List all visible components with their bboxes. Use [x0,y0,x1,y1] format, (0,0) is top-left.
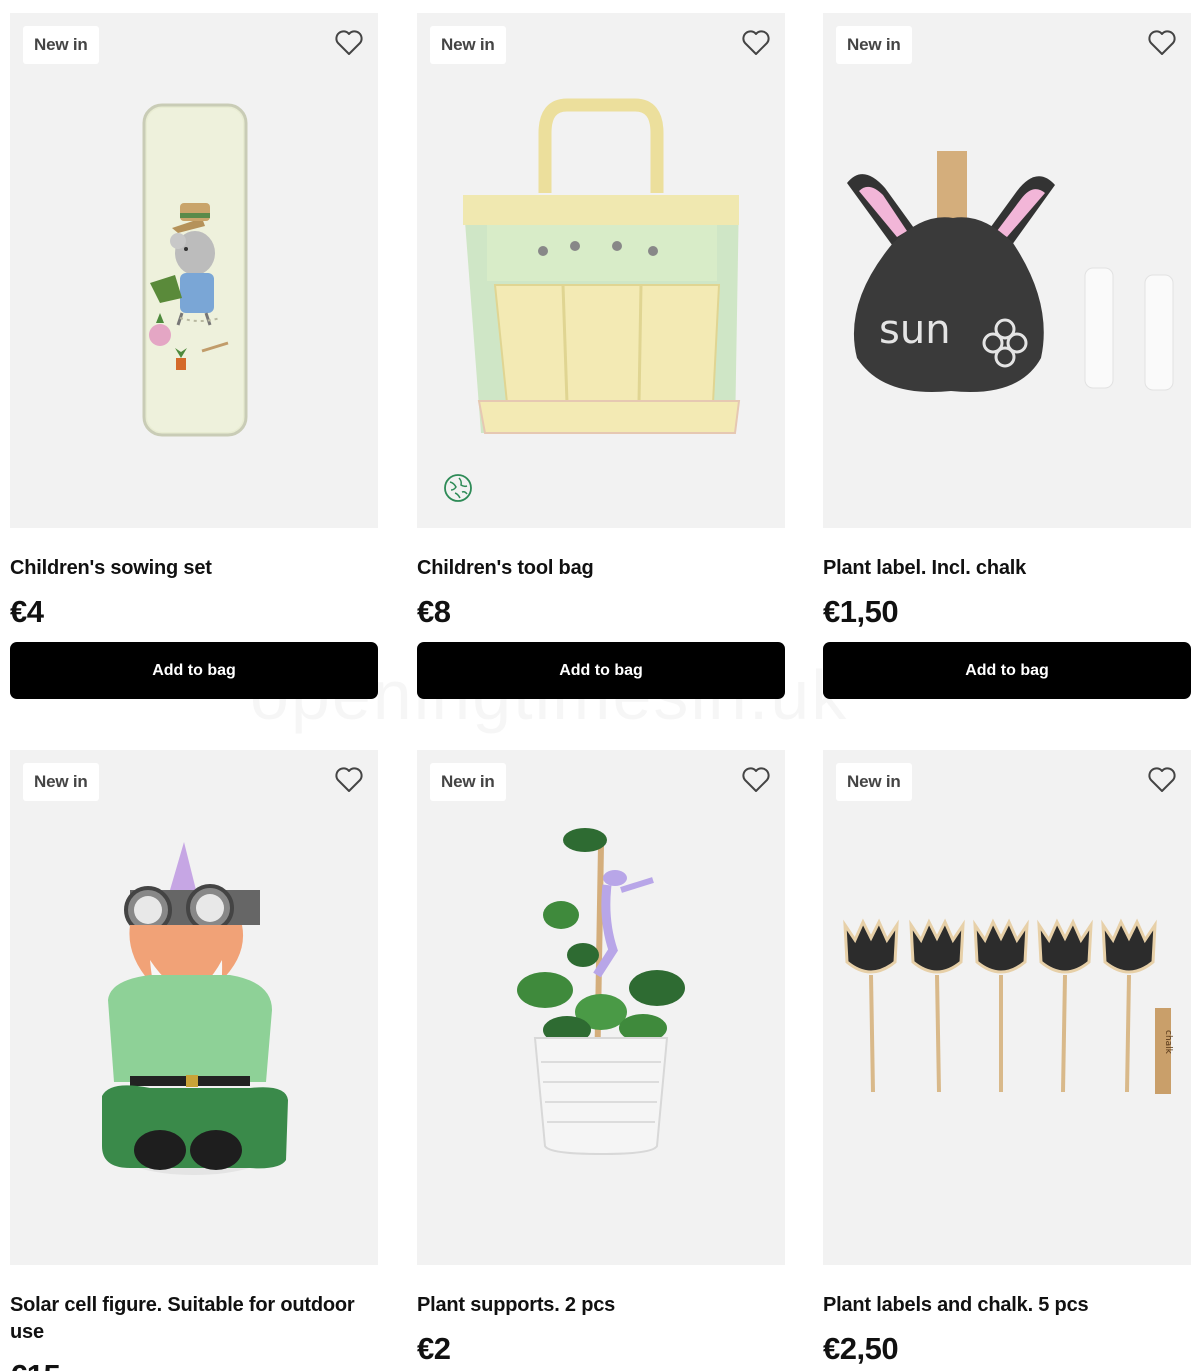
product-image[interactable]: New in [417,750,785,1265]
new-in-badge: New in [23,26,99,64]
product-card-tool-bag[interactable]: New in Children's tool bag €8 Add to bag [417,13,785,699]
product-image[interactable]: chalk New in [823,750,1191,1265]
product-image[interactable]: sun New in [823,13,1191,528]
new-in-badge: New in [836,763,912,801]
product-price: €15 [10,1358,378,1371]
product-card-solar-figure[interactable]: New in Solar cell figure. Suitable for o… [10,750,378,1371]
new-in-badge: New in [430,26,506,64]
plant-pot-image [517,828,685,1156]
product-price: €4 [10,594,44,629]
heart-icon[interactable] [1147,766,1177,794]
tulip-labels-image: chalk [843,918,1173,1094]
product-card-plant-supports[interactable]: New in Plant supports. 2 pcs €2 [417,750,785,1367]
heart-icon[interactable] [741,29,771,57]
product-price: €2 [417,1331,451,1366]
pencil-tin-image [142,103,248,437]
product-card-sowing-set[interactable]: New in Children's sowing set €4 Add to b… [10,13,378,699]
product-title[interactable]: Children's tool bag [417,555,785,582]
product-price: €8 [417,594,451,629]
new-in-badge: New in [836,26,912,64]
bunny-chalkboard-label-image: sun [847,151,1174,393]
heart-icon[interactable] [334,766,364,794]
product-image[interactable]: New in [417,13,785,528]
heart-icon[interactable] [741,766,771,794]
product-price: €1,50 [823,594,899,629]
add-to-bag-button[interactable]: Add to bag [823,642,1191,699]
new-in-badge: New in [23,763,99,801]
heart-icon[interactable] [1147,29,1177,57]
product-title[interactable]: Children's sowing set [10,555,378,582]
product-price: €2,50 [823,1331,899,1366]
product-title[interactable]: Solar cell figure. Suitable for outdoor … [10,1292,378,1346]
product-image[interactable]: New in [10,13,378,528]
chalk-wrapper-text: chalk [1163,1030,1173,1055]
tool-bag-image [463,98,741,434]
gnome-figure-image [102,842,288,1175]
new-in-badge: New in [430,763,506,801]
product-card-plant-label[interactable]: sun New in Plant label. Incl. chalk €1,5… [823,13,1191,699]
add-to-bag-button[interactable]: Add to bag [417,642,785,699]
product-title[interactable]: Plant supports. 2 pcs [417,1292,785,1319]
globe-eco-icon [444,474,472,502]
product-title[interactable]: Plant label. Incl. chalk [823,555,1191,582]
chalk-text: sun [879,307,951,353]
product-card-plant-labels-5[interactable]: chalk New in Plant labels and chalk. 5 p… [823,750,1191,1367]
add-to-bag-button[interactable]: Add to bag [10,642,378,699]
product-title[interactable]: Plant labels and chalk. 5 pcs [823,1292,1191,1319]
heart-icon[interactable] [334,29,364,57]
product-image[interactable]: New in [10,750,378,1265]
